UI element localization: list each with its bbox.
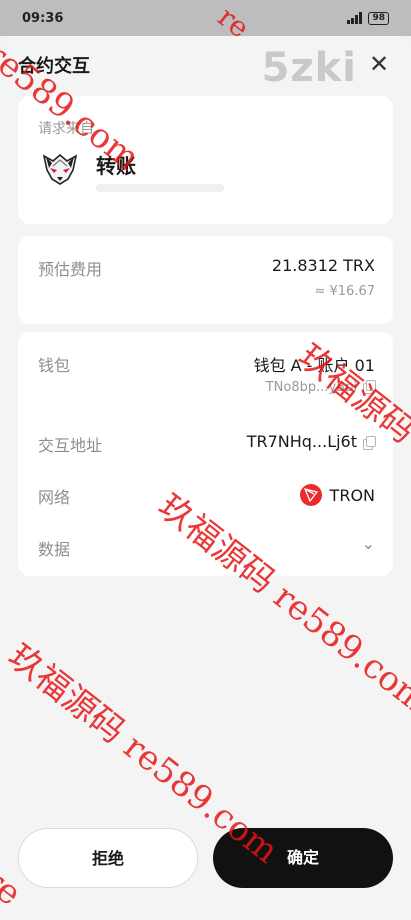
fee-card: 预估费用 21.8312 TRX ≈ ¥16.67 [18,236,393,324]
wallet-address[interactable]: TNo8bp...yBpi [265,380,376,395]
status-bar: 09:36 98 [0,0,411,36]
network-name: TRON [329,486,375,505]
dapp-avatar-icon [38,146,82,190]
request-origin-placeholder [96,184,224,192]
close-icon[interactable]: ✕ [365,50,393,78]
confirm-button[interactable]: 确定 [213,828,393,888]
chevron-down-icon[interactable]: ⌄ [362,534,375,553]
sheet-header: 合约交互 5zki ✕ [0,48,411,88]
copy-icon[interactable] [363,380,376,394]
fee-label: 预估费用 [38,260,103,279]
wallet-label: 钱包 [38,356,71,375]
request-card: 请求来自 转账 [18,96,393,224]
wallet-row: 钱包 钱包 A - 账户 01 TNo8bp...yBpi [38,352,376,404]
contract-address[interactable]: TR7NHq...Lj6t [246,432,376,451]
copy-icon[interactable] [363,436,376,450]
contract-row: 交互地址 TR7NHq...Lj6t [38,432,376,456]
request-source-label: 请求来自 [38,121,94,137]
fee-row: 预估费用 21.8312 TRX ≈ ¥16.67 [38,256,375,308]
data-label: 数据 [38,540,71,559]
page-title: 合约交互 [18,56,90,77]
request-title: 转账 [96,154,136,178]
data-row[interactable]: 数据 ⌄ [38,534,375,560]
battery-icon: 98 [368,11,389,25]
fee-fiat-value: ≈ ¥16.67 [314,284,375,299]
network-label: 网络 [38,488,71,507]
network-row: 网络 TRON [38,484,375,508]
wallet-address-text: TNo8bp...yBpi [265,380,357,395]
contract-label: 交互地址 [38,436,103,455]
contract-interaction-sheet: 合约交互 5zki ✕ 请求来自 转账 预估费用 21.8312 TRX ≈ ¥… [0,36,411,920]
details-card: 钱包 钱包 A - 账户 01 TNo8bp...yBpi 交互地址 TR7NH… [18,332,393,576]
signal-icon [347,12,363,24]
reject-button[interactable]: 拒绝 [18,828,198,888]
network-value: TRON [299,484,375,506]
fee-value: 21.8312 TRX [271,256,375,275]
status-time: 09:36 [22,10,64,26]
status-icons: 98 [347,11,389,25]
brand-watermark: 5zki [261,45,357,91]
wallet-name: 钱包 A - 账户 01 [253,356,375,375]
tron-logo-icon [299,484,322,506]
contract-address-text: TR7NHq...Lj6t [246,432,357,451]
